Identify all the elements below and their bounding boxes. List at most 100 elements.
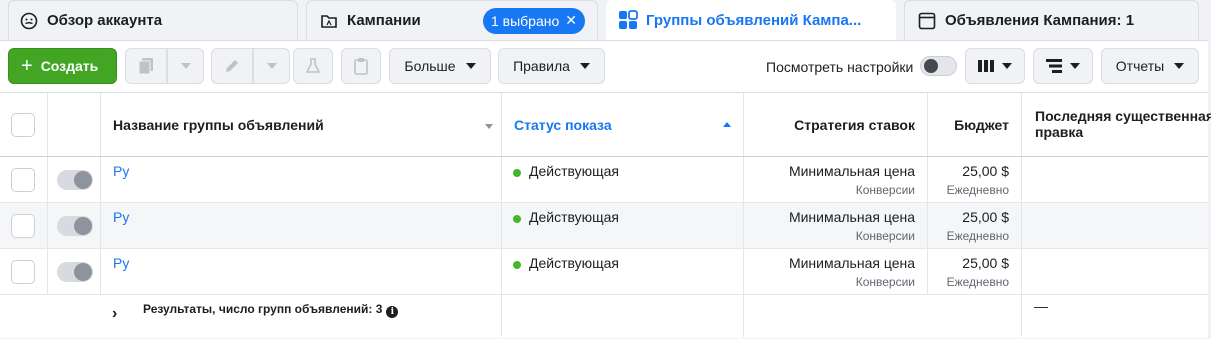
tab-ad-sets[interactable]: Группы объявлений Кампа... [606,0,896,40]
header-name-cell[interactable]: Название группы объявлений [101,93,502,156]
bid-strategy: Минимальная цена [788,209,915,225]
chevron-right-icon[interactable]: › [112,305,117,323]
row-checkbox[interactable] [11,168,35,192]
plus-icon: + [21,55,33,77]
toggle-knob [924,59,938,73]
chevron-down-icon [180,63,191,69]
row-checkbox[interactable] [11,214,35,238]
footer-toggle-cell [48,295,101,337]
budget-value: 25,00 $ [962,163,1009,179]
chevron-down-icon [1070,63,1080,69]
duplicate-button[interactable] [125,48,167,84]
row-last-edit-cell [1022,249,1208,294]
tab-label: Обзор аккаунта [47,12,163,29]
close-icon[interactable]: ✕ [565,12,577,29]
row-budget-cell: 25,00 $ Ежедневно [928,157,1022,202]
header-status-cell[interactable]: Статус показа [502,93,744,156]
row-status-cell: Действующая [502,203,744,248]
reports-button[interactable]: Отчеты [1101,48,1199,84]
toggle-knob [74,217,92,235]
row-status-cell: Действующая [502,249,744,294]
header-budget-cell[interactable]: Бюджет [928,93,1022,156]
bid-strategy: Минимальная цена [788,255,915,271]
tab-campaigns[interactable]: Кампании 1 выбрано ✕ [306,0,598,40]
chevron-down-icon [1174,63,1185,69]
table-row[interactable]: Ру Действующая Минимальная цена Конверсии… [0,203,1208,249]
tab-label: Объявления Кампания: 1 [945,12,1135,29]
row-checkbox[interactable] [11,260,35,284]
sort-down-icon [485,124,493,129]
budget-period: Ежедневно [946,183,1009,197]
row-check-cell [0,157,48,202]
ad-sets-panel: + Создать Больше Правила Посмотреть наст… [0,40,1211,338]
edit-button[interactable] [211,48,253,84]
columns-icon [978,60,994,72]
results-summary: Результаты, число групп объявлений: 3i [143,302,399,318]
table-header: Название группы объявлений Статус показа… [0,93,1211,157]
column-header-last-edit: Последняя существенная правка [1035,108,1211,140]
results-summary-label: Результаты, число групп объявлений: 3 [143,302,383,316]
status-text: Действующая [529,163,620,179]
view-settings-toggle[interactable] [920,56,957,76]
footer-name-cell: › Результаты, число групп объявлений: 3i [101,295,502,337]
ad-set-toggle[interactable] [57,216,93,236]
footer-bid-cell [744,295,928,337]
rules-button[interactable]: Правила [498,48,605,84]
ad-set-name-link[interactable]: Ру [113,163,129,179]
breakdown-button[interactable] [1033,48,1093,84]
footer-budget-cell [928,295,1022,337]
chevron-down-icon [579,63,590,69]
select-all-checkbox[interactable] [11,113,35,137]
rules-button-label: Правила [513,58,570,74]
row-last-edit-cell [1022,203,1208,248]
status-dot-icon [513,215,521,223]
bid-strategy-sub: Конверсии [855,183,915,197]
row-toggle-cell [48,203,101,248]
ad-set-toggle[interactable] [57,170,93,190]
campaign-folder-icon [319,11,339,31]
more-button[interactable]: Больше [389,48,491,84]
row-toggle-cell [48,249,101,294]
row-check-cell [0,203,48,248]
ab-test-button[interactable] [293,48,333,84]
table-row[interactable]: Ру Действующая Минимальная цена Конверсии… [0,157,1208,203]
tab-account-overview[interactable]: Обзор аккаунта [8,0,298,40]
info-icon[interactable]: i [386,306,399,318]
status-text: Действующая [529,209,620,225]
pencil-icon [226,60,238,72]
clipboard-button[interactable] [341,48,381,84]
toggle-knob [74,263,92,281]
ad-set-name-link[interactable]: Ру [113,209,129,225]
table-row[interactable]: Ру Действующая Минимальная цена Конверсии… [0,249,1208,295]
ad-set-toggle[interactable] [57,262,93,282]
create-button[interactable]: + Создать [8,48,117,84]
budget-period: Ежедневно [946,275,1009,289]
breakdown-icon [1046,59,1062,73]
columns-button[interactable] [965,48,1025,84]
row-name-cell: Ру [101,157,502,202]
ads-window-icon [917,11,937,31]
clipboard-icon [354,58,368,75]
budget-value: 25,00 $ [962,209,1009,225]
column-header-budget: Бюджет [954,117,1009,133]
ad-set-name-link[interactable]: Ру [113,255,129,271]
bid-strategy-sub: Конверсии [855,229,915,243]
view-settings-label: Посмотреть настройки [766,59,914,75]
status-text: Действующая [529,255,620,271]
row-bid-cell: Минимальная цена Конверсии [744,157,928,202]
header-last-edit-cell[interactable]: Последняя существенная правка [1022,93,1211,156]
footer-status-cell [502,295,744,337]
bid-strategy: Минимальная цена [788,163,915,179]
tab-bar: Обзор аккаунта Кампании 1 выбрано ✕ Груп… [0,0,1211,40]
tab-ads[interactable]: Объявления Кампания: 1 [904,0,1199,40]
results-footer-row: › Результаты, число групп объявлений: 3i… [0,295,1208,337]
edit-dropdown-button[interactable] [253,48,290,84]
duplicate-dropdown-button[interactable] [167,48,204,84]
header-bid-cell[interactable]: Стратегия ставок [744,93,928,156]
column-header-name: Название группы объявлений [113,117,324,133]
selection-badge[interactable]: 1 выбрано ✕ [482,7,585,34]
column-header-bid: Стратегия ставок [794,117,915,133]
tab-label: Группы объявлений Кампа... [646,11,862,29]
duplicate-icon [138,58,153,75]
row-status-cell: Действующая [502,157,744,202]
